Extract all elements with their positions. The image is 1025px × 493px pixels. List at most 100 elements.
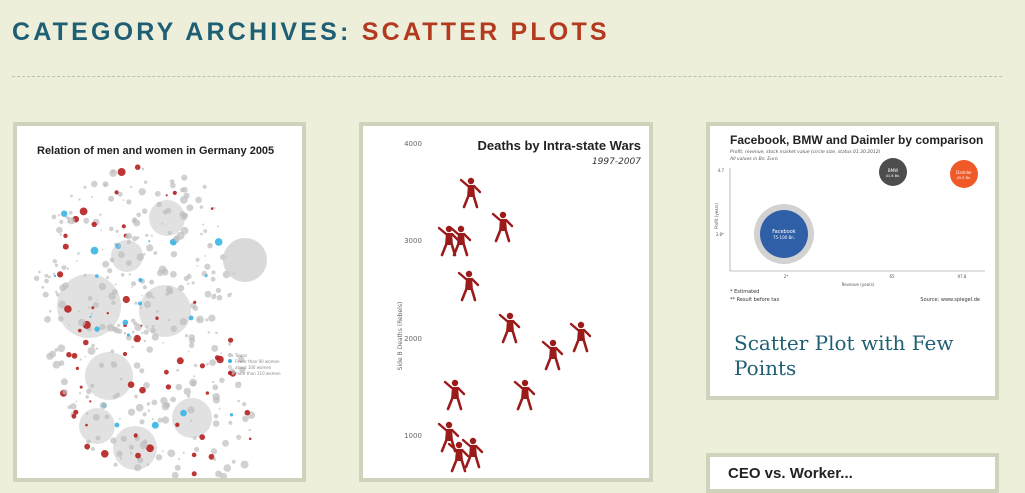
map-town-dot (99, 323, 106, 330)
post-card-partial[interactable]: CEO vs. Worker... (706, 453, 999, 493)
map-town-dot (187, 350, 190, 353)
map-town-dot (79, 358, 82, 361)
map-town-dot (171, 471, 179, 478)
map-town-dot (52, 272, 56, 276)
map-town-dot (86, 439, 91, 445)
map-town-dot (222, 439, 229, 447)
map-town-dot (156, 310, 159, 313)
map-town-dot (134, 394, 138, 399)
map-town-dot (172, 190, 177, 195)
map-town-dot (136, 212, 141, 218)
wars-thumbnail[interactable]: Deaths by Intra-state Wars 1997-2007 400… (363, 126, 649, 478)
map-town-dot (87, 296, 93, 301)
facebook-ytick-top: 4.7 (718, 168, 725, 173)
post-card-germany[interactable]: Relation of men and women in Germany 200… (13, 122, 306, 482)
map-town-dot (196, 264, 199, 267)
facebook-thumbnail-subtitle2: All values in Bn. Euro (729, 156, 778, 162)
map-town-dot (206, 362, 209, 366)
map-town-dot (177, 284, 185, 292)
soldier-figure (443, 379, 466, 411)
map-town-dot (212, 381, 215, 384)
map-town-dot (174, 464, 181, 471)
map-town-dot (229, 292, 232, 295)
map-town-dot (85, 395, 89, 399)
map-town-dot (78, 198, 81, 201)
map-town-dot (106, 324, 115, 332)
map-town-dot (91, 221, 97, 228)
post-card-wars[interactable]: Deaths by Intra-state Wars 1997-2007 400… (359, 122, 653, 482)
map-town-dot (170, 396, 177, 403)
map-town-dot (215, 287, 221, 293)
map-town-dot (117, 323, 121, 327)
daimler-bubble-name: Daimler (956, 170, 972, 175)
map-town-dot (62, 282, 69, 289)
soldier-figure (498, 312, 521, 344)
map-town-dot (146, 244, 154, 252)
map-town-dot (98, 362, 105, 368)
map-town-dot (170, 271, 177, 278)
map-town-dot (216, 294, 223, 301)
map-town-dot (180, 409, 187, 417)
map-town-dot (151, 418, 154, 421)
map-town-dot (134, 301, 138, 305)
wars-thumbnail-subtitle: 1997-2007 (592, 157, 641, 167)
map-town-dot (191, 281, 195, 285)
map-town-dot (134, 164, 141, 170)
map-town-dot (161, 416, 170, 424)
map-town-dot (109, 257, 115, 263)
map-town-dot (187, 406, 195, 414)
map-town-dot (126, 333, 130, 337)
map-town-dot (155, 316, 159, 320)
map-town-dot (117, 168, 126, 176)
map-town-dot (167, 449, 176, 458)
map-town-dot (150, 327, 156, 334)
map-town-dot (57, 344, 66, 353)
map-town-dot (215, 331, 218, 335)
map-town-dot (213, 457, 217, 461)
map-town-dot (44, 278, 49, 284)
map-town-dot (180, 213, 188, 221)
map-town-dot (248, 428, 251, 432)
post-card-facebook[interactable]: Facebook, BMW and Daimler by comparison … (706, 122, 999, 400)
map-town-dot (210, 207, 214, 210)
map-town-dot (145, 291, 153, 299)
map-town-dot (129, 451, 133, 455)
map-town-dot (78, 310, 80, 313)
map-town-dot (131, 286, 133, 288)
map-town-dot (83, 217, 90, 224)
map-town-dot (104, 414, 110, 420)
map-town-dot (83, 273, 87, 277)
map-town-dot (141, 331, 144, 335)
legend-item-equal: about 100 women (235, 365, 272, 370)
map-town-dot (210, 276, 216, 282)
map-town-dot (183, 387, 191, 396)
map-town-dot (178, 457, 181, 461)
map-town-dot (135, 403, 144, 412)
map-town-dot (179, 317, 187, 326)
map-town-dot (204, 255, 207, 257)
map-town-dot (141, 294, 143, 297)
heading-divider (12, 76, 1002, 77)
bmw-bubble-value: 41.6 Bn. (886, 174, 901, 178)
facebook-thumbnail[interactable]: Facebook, BMW and Daimler by comparison … (710, 126, 995, 311)
map-town-dot (59, 219, 64, 224)
map-town-dot (147, 409, 150, 412)
map-town-dot (114, 283, 117, 286)
map-town-dot (115, 229, 119, 233)
map-town-dot (146, 463, 150, 466)
legend-item-more: more than 110 women (235, 371, 281, 376)
post-title-scatter-few-points[interactable]: Scatter Plot with Few Points (734, 331, 984, 381)
map-town-dot (139, 368, 145, 374)
map-town-dot (117, 244, 122, 248)
map-town-dot (201, 270, 208, 277)
germany-thumbnail[interactable]: Relation of men and women in Germany 200… (17, 126, 302, 478)
map-town-dot (133, 334, 141, 343)
map-town-dot (183, 275, 189, 282)
legend-item-fewer: Fewer than 90 women (235, 359, 280, 364)
map-town-dot (66, 352, 72, 358)
facebook-footnote-estimated: * Estimated (730, 289, 759, 295)
map-town-dot (165, 194, 168, 197)
map-town-dot (120, 435, 127, 442)
map-town-dot (138, 188, 146, 196)
map-town-dot (142, 412, 147, 417)
